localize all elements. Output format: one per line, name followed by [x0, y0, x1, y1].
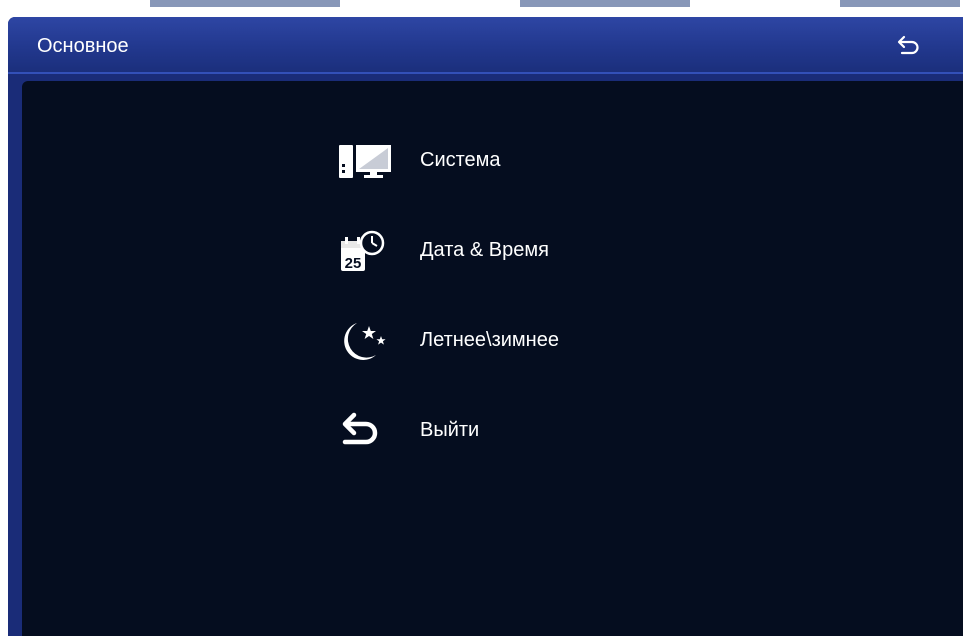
menu-item-label: Выйти	[420, 419, 480, 441]
computer-monitor-icon	[330, 135, 392, 187]
menu-item-label: Летнее\зимнее	[420, 329, 559, 351]
title-bar: Основное	[8, 17, 963, 74]
menu-item-system[interactable]: Система	[330, 135, 650, 187]
moon-stars-icon	[330, 315, 392, 367]
exit-arrow-icon	[330, 405, 392, 457]
menu-item-exit[interactable]: Выйти	[330, 405, 650, 457]
window-title: Основное	[37, 35, 129, 57]
strip-bar	[840, 0, 960, 7]
menu-item-date-time[interactable]: 25 Дата & Время	[330, 225, 650, 277]
calendar-clock-icon: 25	[330, 225, 392, 277]
svg-text:25: 25	[345, 255, 362, 272]
strip-bar	[150, 0, 340, 7]
menu-item-label: Система	[420, 149, 501, 171]
settings-window: Основное Система 25 Дата & Время Летнее\…	[8, 17, 963, 636]
menu-item-daylight-saving[interactable]: Летнее\зимнее	[330, 315, 650, 367]
menu-item-label: Дата & Время	[420, 239, 549, 261]
content-panel: Система 25 Дата & Время Летнее\зимнее Вы…	[22, 81, 963, 636]
back-arrow-icon	[897, 35, 919, 55]
strip-bar	[520, 0, 690, 7]
back-button[interactable]	[896, 33, 922, 59]
page: Основное Система 25 Дата & Время Летнее\…	[0, 0, 963, 636]
